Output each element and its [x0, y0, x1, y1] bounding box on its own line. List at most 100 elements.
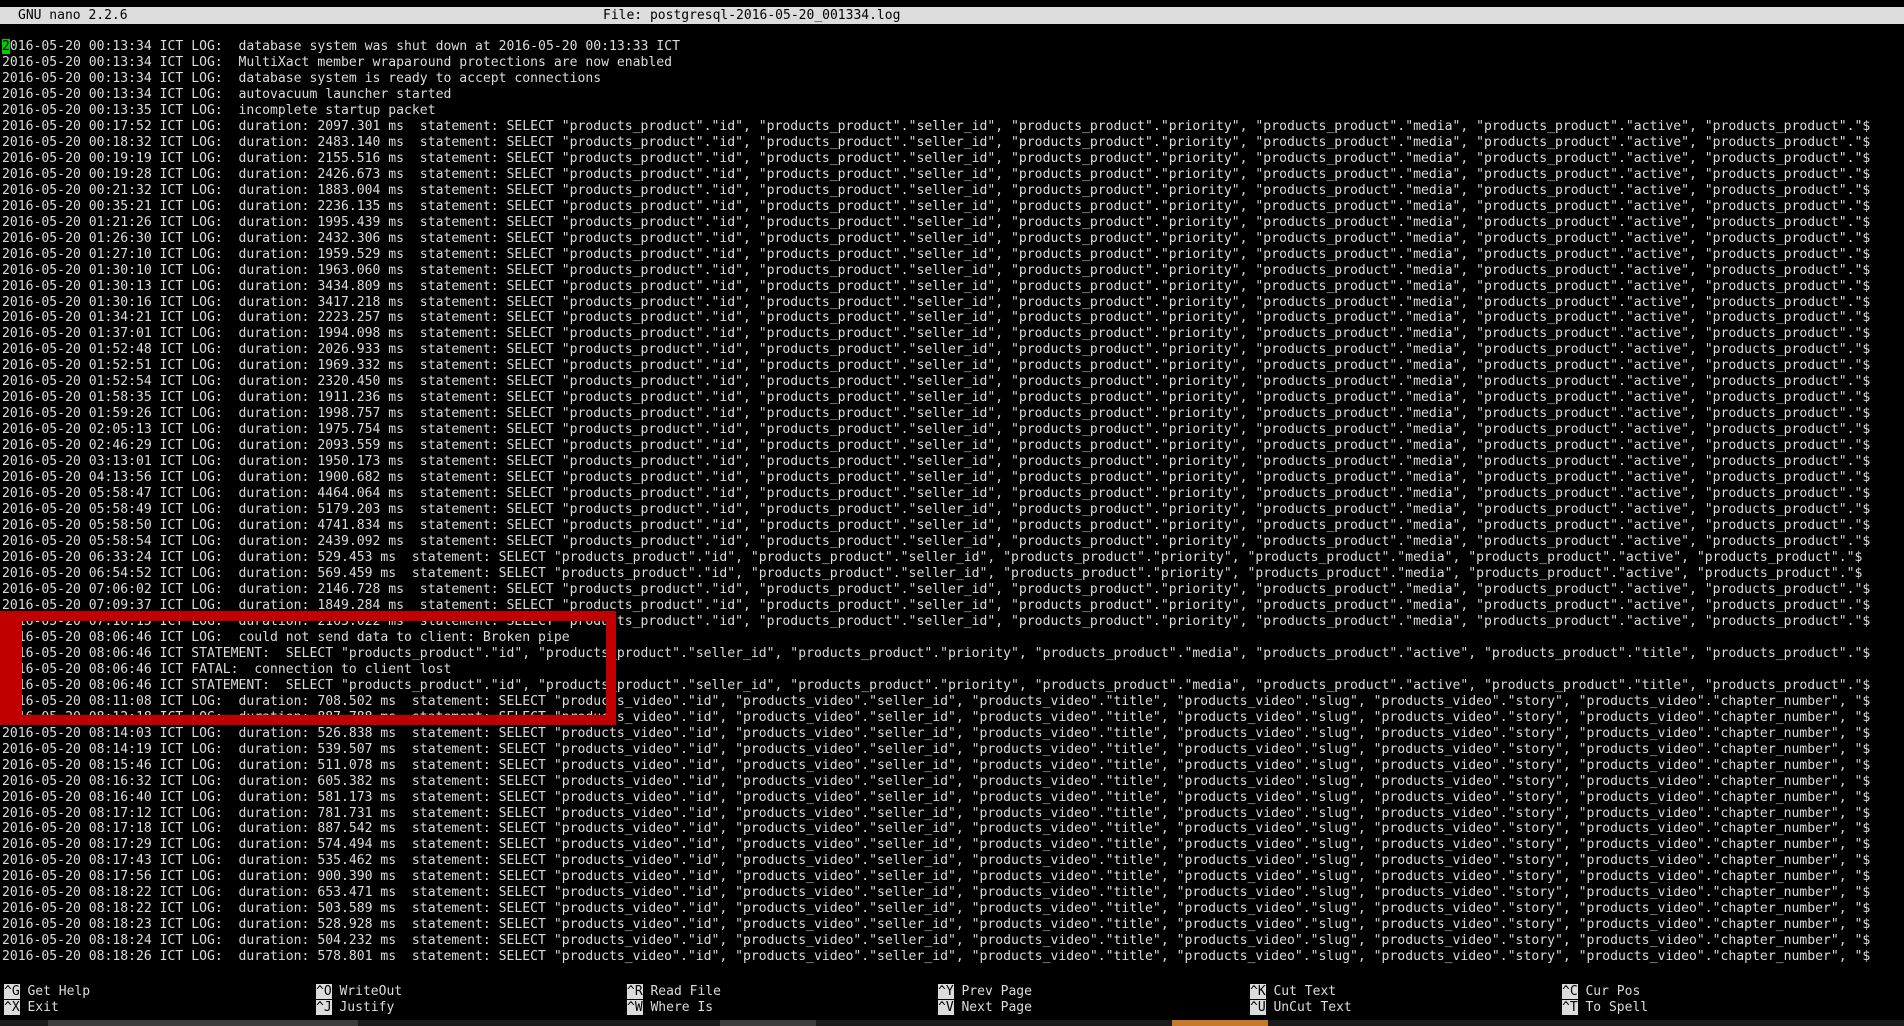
- log-line: 2016-05-20 02:46:29 ICT LOG: duration: 2…: [2, 438, 1871, 454]
- log-line: 2016-05-20 08:06:46 ICT LOG: could not s…: [2, 629, 570, 645]
- shortcut-label: To Spell: [1577, 1000, 1649, 1015]
- log-line: 2016-05-20 08:12:18 ICT LOG: duration: 8…: [2, 709, 1871, 725]
- log-line: 2016-05-20 00:35:21 ICT LOG: duration: 2…: [2, 198, 1871, 214]
- shortcut-cur-pos[interactable]: ^C Cur Pos: [1562, 984, 1640, 1000]
- log-line: 2016-05-20 02:05:13 ICT LOG: duration: 1…: [2, 422, 1871, 438]
- log-line: 2016-05-20 03:13:01 ICT LOG: duration: 1…: [2, 454, 1871, 470]
- shortcut-key: ^C: [1562, 984, 1578, 999]
- shortcut-key: ^K: [1250, 984, 1266, 999]
- taskbar-segment: [720, 1020, 816, 1026]
- shortcut-read-file[interactable]: ^R Read File: [627, 984, 721, 1000]
- log-line: 2016-05-20 01:58:35 ICT LOG: duration: 1…: [2, 390, 1871, 406]
- shortcut-label: Exit: [19, 1000, 59, 1015]
- file-name: File: postgresql-2016-05-20_001334.log: [603, 8, 901, 23]
- shortcut-label: Prev Page: [953, 984, 1032, 999]
- log-line: 2016-05-20 04:13:56 ICT LOG: duration: 1…: [2, 470, 1871, 486]
- taskbar-segment-active: [1172, 1020, 1268, 1026]
- log-line: 2016-05-20 08:17:12 ICT LOG: duration: 7…: [2, 805, 1871, 821]
- shortcut-key: ^X: [4, 1000, 20, 1015]
- log-line: 2016-05-20 05:58:50 ICT LOG: duration: 4…: [2, 518, 1871, 534]
- log-line: 2016-05-20 08:14:19 ICT LOG: duration: 5…: [2, 741, 1871, 757]
- log-line: 2016-05-20 08:17:18 ICT LOG: duration: 8…: [2, 821, 1871, 837]
- log-line: 2016-05-20 01:21:26 ICT LOG: duration: 1…: [2, 214, 1871, 230]
- log-line: 2016-05-20 08:06:46 ICT STATEMENT: SELEC…: [2, 645, 1871, 661]
- log-line: 2016-05-20 08:16:40 ICT LOG: duration: 5…: [2, 789, 1871, 805]
- shortcut-label: Justify: [331, 1000, 395, 1015]
- shortcut-uncut-text[interactable]: ^U UnCut Text: [1250, 1000, 1352, 1016]
- text-cursor: 2: [2, 39, 10, 54]
- shortcut-to-spell[interactable]: ^T To Spell: [1562, 1000, 1648, 1016]
- log-line: 2016-05-20 01:52:54 ICT LOG: duration: 2…: [2, 374, 1871, 390]
- log-line: 2016-05-20 08:18:26 ICT LOG: duration: 5…: [2, 949, 1871, 965]
- shortcut-label: Next Page: [953, 1000, 1032, 1015]
- log-line: 2016-05-20 07:10:15 ICT LOG: duration: 2…: [2, 613, 1871, 629]
- shortcut-key: ^V: [938, 1000, 954, 1015]
- shortcut-justify[interactable]: ^J Justify: [316, 1000, 394, 1016]
- log-line: 2016-05-20 05:58:54 ICT LOG: duration: 2…: [2, 534, 1871, 550]
- log-line: 2016-05-20 00:19:28 ICT LOG: duration: 2…: [2, 166, 1871, 182]
- log-line: 2016-05-20 08:17:29 ICT LOG: duration: 5…: [2, 837, 1871, 853]
- shortcut-label: Get Help: [19, 984, 91, 999]
- shortcut-key: ^J: [316, 1000, 332, 1015]
- shortcut-key: ^W: [627, 1000, 643, 1015]
- log-line: 2016-05-20 01:27:10 ICT LOG: duration: 1…: [2, 246, 1871, 262]
- log-line: 2016-05-20 00:17:52 ICT LOG: duration: 2…: [2, 118, 1871, 134]
- shortcut-prev-page[interactable]: ^Y Prev Page: [938, 984, 1032, 1000]
- editor-version: GNU nano 2.2.6: [18, 8, 128, 23]
- shortcut-key: ^U: [1250, 1000, 1266, 1015]
- nano-title-bar: GNU nano 2.2.6 File: postgresql-2016-05-…: [0, 7, 1904, 24]
- log-line: 2016-05-20 00:19:19 ICT LOG: duration: 2…: [2, 150, 1871, 166]
- shortcut-label: Read File: [642, 984, 721, 999]
- log-line: 2016-05-20 00:18:32 ICT LOG: duration: 2…: [2, 134, 1871, 150]
- log-line: 2016-05-20 00:13:34 ICT LOG: autovacuum …: [2, 86, 452, 102]
- log-line: 2016-05-20 01:30:16 ICT LOG: duration: 3…: [2, 294, 1871, 310]
- log-line: 2016-05-20 08:18:22 ICT LOG: duration: 5…: [2, 901, 1871, 917]
- log-line: 2016-05-20 08:16:32 ICT LOG: duration: 6…: [2, 773, 1871, 789]
- shortcut-key: ^O: [316, 984, 332, 999]
- log-line: 2016-05-20 08:06:46 ICT STATEMENT: SELEC…: [2, 677, 1871, 693]
- shortcut-label: Cur Pos: [1577, 984, 1641, 999]
- shortcut-key: ^Y: [938, 984, 954, 999]
- log-line: 2016-05-20 07:06:02 ICT LOG: duration: 2…: [2, 581, 1871, 597]
- log-line: 2016-05-20 06:54:52 ICT LOG: duration: 5…: [2, 565, 1863, 581]
- log-line-text: 016-05-20 00:13:34 ICT LOG: database sys…: [9, 39, 680, 54]
- shortcut-key: ^T: [1562, 1000, 1578, 1015]
- log-line: 2016-05-20 05:58:47 ICT LOG: duration: 4…: [2, 486, 1871, 502]
- log-line: 2016-05-20 08:17:56 ICT LOG: duration: 9…: [2, 869, 1871, 885]
- log-line: 2016-05-20 01:34:21 ICT LOG: duration: 2…: [2, 310, 1871, 326]
- shortcut-label: UnCut Text: [1265, 1000, 1352, 1015]
- log-line: 2016-05-20 00:13:34 ICT LOG: database sy…: [2, 39, 1902, 55]
- log-line: 2016-05-20 08:11:08 ICT LOG: duration: 7…: [2, 693, 1871, 709]
- shortcut-writeout[interactable]: ^O WriteOut: [316, 984, 402, 1000]
- log-line: 2016-05-20 00:21:32 ICT LOG: duration: 1…: [2, 182, 1871, 198]
- shortcut-label: Where Is: [642, 1000, 714, 1015]
- log-line: 2016-05-20 01:52:51 ICT LOG: duration: 1…: [2, 358, 1871, 374]
- log-line: 2016-05-20 01:37:01 ICT LOG: duration: 1…: [2, 326, 1871, 342]
- log-text-area[interactable]: 2016-05-20 00:13:34 ICT LOG: database sy…: [2, 39, 1902, 965]
- shortcut-key: ^G: [4, 984, 20, 999]
- log-line: 2016-05-20 08:18:22 ICT LOG: duration: 6…: [2, 885, 1871, 901]
- log-line: 2016-05-20 00:13:35 ICT LOG: incomplete …: [2, 102, 436, 118]
- log-line: 2016-05-20 08:14:03 ICT LOG: duration: 5…: [2, 725, 1871, 741]
- log-line: 2016-05-20 08:06:46 ICT FATAL: connectio…: [2, 661, 452, 677]
- log-line: 2016-05-20 00:13:34 ICT LOG: MultiXact m…: [2, 54, 673, 70]
- log-line: 2016-05-20 01:59:26 ICT LOG: duration: 1…: [2, 406, 1871, 422]
- shortcut-cut-text[interactable]: ^K Cut Text: [1250, 984, 1336, 1000]
- taskbar-segment: [48, 1020, 358, 1026]
- shortcut-label: Cut Text: [1265, 984, 1337, 999]
- log-line: 2016-05-20 01:52:48 ICT LOG: duration: 2…: [2, 342, 1871, 358]
- shortcut-where-is[interactable]: ^W Where Is: [627, 1000, 713, 1016]
- log-line: 2016-05-20 01:26:30 ICT LOG: duration: 2…: [2, 230, 1871, 246]
- shortcut-next-page[interactable]: ^V Next Page: [938, 1000, 1032, 1016]
- log-line: 2016-05-20 00:13:34 ICT LOG: database sy…: [2, 70, 602, 86]
- log-line: 2016-05-20 07:09:37 ICT LOG: duration: 1…: [2, 597, 1871, 613]
- log-line: 2016-05-20 08:18:24 ICT LOG: duration: 5…: [2, 933, 1871, 949]
- shortcut-get-help[interactable]: ^G Get Help: [4, 984, 90, 1000]
- shortcut-label: WriteOut: [331, 984, 403, 999]
- shortcut-key: ^R: [627, 984, 643, 999]
- taskbar-strip: [0, 1020, 1904, 1026]
- log-line: 2016-05-20 08:17:43 ICT LOG: duration: 5…: [2, 853, 1871, 869]
- log-line: 2016-05-20 01:30:13 ICT LOG: duration: 3…: [2, 278, 1871, 294]
- log-line: 2016-05-20 08:15:46 ICT LOG: duration: 5…: [2, 757, 1871, 773]
- shortcut-exit[interactable]: ^X Exit: [4, 1000, 59, 1016]
